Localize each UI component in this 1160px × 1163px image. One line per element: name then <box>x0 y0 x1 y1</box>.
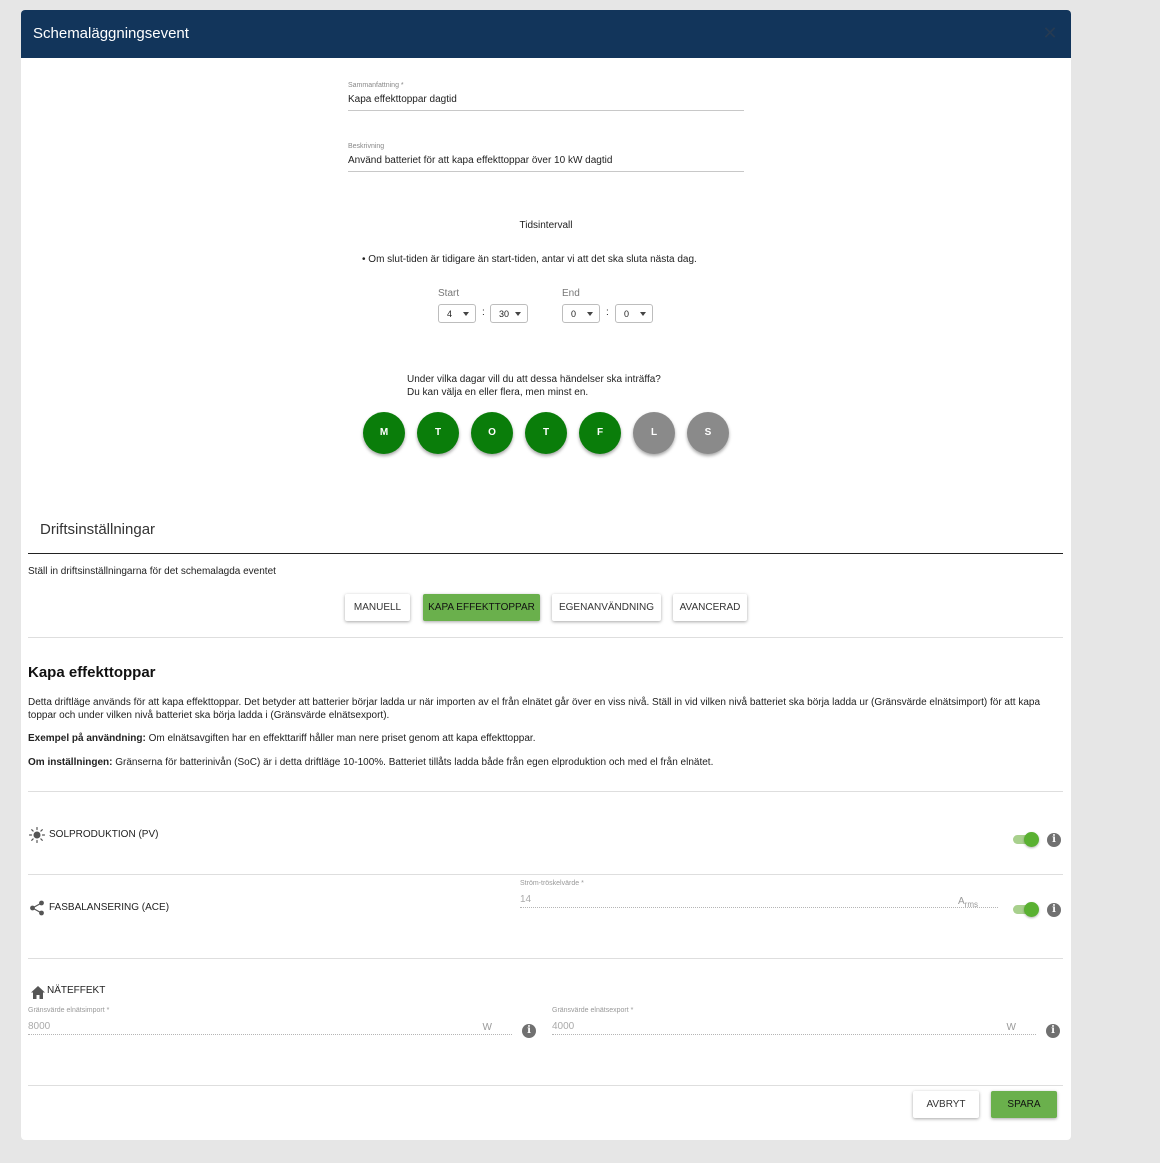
schedule-event-dialog: Schemaläggningsevent ✕ Sammanfattning * … <box>21 10 1071 1140</box>
section-divider <box>28 553 1063 554</box>
start-minute-select[interactable]: 30 <box>490 304 528 323</box>
grid-import-input[interactable]: 8000 <box>28 1021 512 1032</box>
grid-import-field[interactable]: Gränsvärde elnätsimport * 8000 W <box>28 1007 512 1035</box>
toggle-knob <box>1024 902 1039 917</box>
home-icon <box>31 986 45 999</box>
grid-export-field[interactable]: Gränsvärde elnätsexport * 4000 W <box>552 1007 1036 1035</box>
end-time: End <box>562 288 580 299</box>
days-question-line2: Du kan välja en eller flera, men minst e… <box>407 387 589 398</box>
day-button[interactable]: L <box>633 412 675 454</box>
mode-button-kapa-effekttoppar[interactable]: KAPA EFFEKTTOPPAR <box>423 594 540 621</box>
info-icon[interactable]: i <box>1047 833 1061 847</box>
divider <box>28 958 1063 959</box>
description-label: Beskrivning <box>348 143 385 150</box>
end-label: End <box>562 288 580 299</box>
unit-main: A <box>958 896 965 907</box>
share-icon <box>30 900 44 916</box>
current-threshold-unit: Arms <box>958 896 978 909</box>
end-hour-select[interactable]: 0 <box>562 304 600 323</box>
divider <box>28 791 1063 792</box>
phase-balancing-label: FASBALANSERING (ACE) <box>49 902 170 913</box>
grid-import-underline <box>28 1034 512 1035</box>
phase-balancing-toggle[interactable] <box>1013 902 1039 917</box>
mode-button-avancerad[interactable]: AVANCERAD <box>673 594 747 621</box>
dialog-titlebar: Schemaläggningsevent ✕ <box>21 10 1071 58</box>
grid-export-label: Gränsvärde elnätsexport * <box>552 1007 634 1014</box>
example-text: Om elnätsavgiften har en effekttariff hå… <box>145 733 536 744</box>
chevron-down-icon <box>515 312 521 316</box>
time-separator: : <box>606 307 609 318</box>
day-button[interactable]: T <box>525 412 567 454</box>
sun-icon <box>29 827 45 843</box>
time-separator: : <box>482 307 485 318</box>
day-button[interactable]: S <box>687 412 729 454</box>
bullet-icon: • <box>362 254 366 265</box>
current-threshold-field[interactable]: Ström-tröskelvärde * 14 Arms <box>520 880 998 909</box>
mode-settings-note: Om inställningen: Gränserna för batterin… <box>28 756 1058 769</box>
start-hour-value: 4 <box>447 309 453 319</box>
dialog-title: Schemaläggningsevent <box>33 25 189 42</box>
time-interval-heading: Tidsintervall <box>519 220 573 231</box>
chevron-down-icon <box>587 312 593 316</box>
info-icon[interactable]: i <box>522 1024 536 1038</box>
cancel-button[interactable]: AVBRYT <box>913 1091 979 1118</box>
end-hour-value: 0 <box>571 309 577 319</box>
unit-sub: rms <box>964 900 978 909</box>
grid-power-label: NÄTEFFEKT <box>47 985 106 996</box>
settings-label: Om inställningen: <box>28 757 113 768</box>
summary-label: Sammanfattning * <box>348 82 404 89</box>
chevron-down-icon <box>640 312 646 316</box>
end-minute-select[interactable]: 0 <box>615 304 653 323</box>
save-button[interactable]: SPARA <box>991 1091 1057 1118</box>
divider <box>28 637 1063 638</box>
toggle-knob <box>1024 832 1039 847</box>
operation-section-title: Driftsinställningar <box>40 521 156 538</box>
time-interval-note-text: Om slut-tiden är tidigare än start-tiden… <box>368 254 697 265</box>
end-minute-value: 0 <box>624 309 630 319</box>
description-field[interactable]: Beskrivning Använd batteriet för att kap… <box>348 143 744 172</box>
info-icon[interactable]: i <box>1047 903 1061 917</box>
current-threshold-label: Ström-tröskelvärde * <box>520 880 584 887</box>
day-button[interactable]: M <box>363 412 405 454</box>
divider <box>28 874 1063 875</box>
description-input[interactable]: Använd batteriet för att kapa effekttopp… <box>348 155 744 166</box>
grid-export-underline <box>552 1034 1036 1035</box>
chevron-down-icon <box>463 312 469 316</box>
day-button[interactable]: T <box>417 412 459 454</box>
summary-input[interactable]: Kapa effekttoppar dagtid <box>348 94 744 105</box>
start-label: Start <box>438 288 460 299</box>
divider <box>28 1085 1063 1086</box>
days-question-line1: Under vilka dagar vill du att dessa händ… <box>407 374 661 385</box>
day-button[interactable]: O <box>471 412 513 454</box>
day-button[interactable]: F <box>579 412 621 454</box>
summary-field[interactable]: Sammanfattning * Kapa effekttoppar dagti… <box>348 82 744 111</box>
description-underline <box>348 171 744 172</box>
start-minute-value: 30 <box>499 309 510 319</box>
mode-description: Detta driftläge används för att kapa eff… <box>28 697 1041 721</box>
grid-import-unit: W <box>482 1022 492 1033</box>
settings-text: Gränserna för batterinivån (SoC) är i de… <box>112 757 714 768</box>
operation-subtitle: Ställ in driftsinställningarna för det s… <box>28 566 276 577</box>
example-label: Exempel på användning: <box>28 733 146 744</box>
solar-toggle[interactable] <box>1013 832 1039 847</box>
solar-label: SOLPRODUKTION (PV) <box>49 829 159 840</box>
close-icon[interactable]: ✕ <box>1041 24 1059 42</box>
grid-export-unit: W <box>1006 1022 1016 1033</box>
mode-button-egenanvandning[interactable]: EGENANVÄNDNING <box>552 594 661 621</box>
start-time: Start <box>438 288 459 299</box>
mode-example: Exempel på användning: Om elnätsavgiften… <box>28 732 1058 745</box>
current-threshold-underline <box>520 907 998 908</box>
time-interval-note: • Om slut-tiden är tidigare än start-tid… <box>362 254 697 265</box>
info-icon[interactable]: i <box>1046 1024 1060 1038</box>
days-question: Under vilka dagar vill du att dessa händ… <box>407 373 661 399</box>
current-threshold-input[interactable]: 14 <box>520 894 998 905</box>
summary-underline <box>348 110 744 111</box>
grid-import-label: Gränsvärde elnätsimport * <box>28 1007 110 1014</box>
start-hour-select[interactable]: 4 <box>438 304 476 323</box>
mode-heading: Kapa effekttoppar <box>28 664 156 681</box>
mode-button-manuell[interactable]: MANUELL <box>345 594 410 621</box>
grid-export-input[interactable]: 4000 <box>552 1021 1036 1032</box>
